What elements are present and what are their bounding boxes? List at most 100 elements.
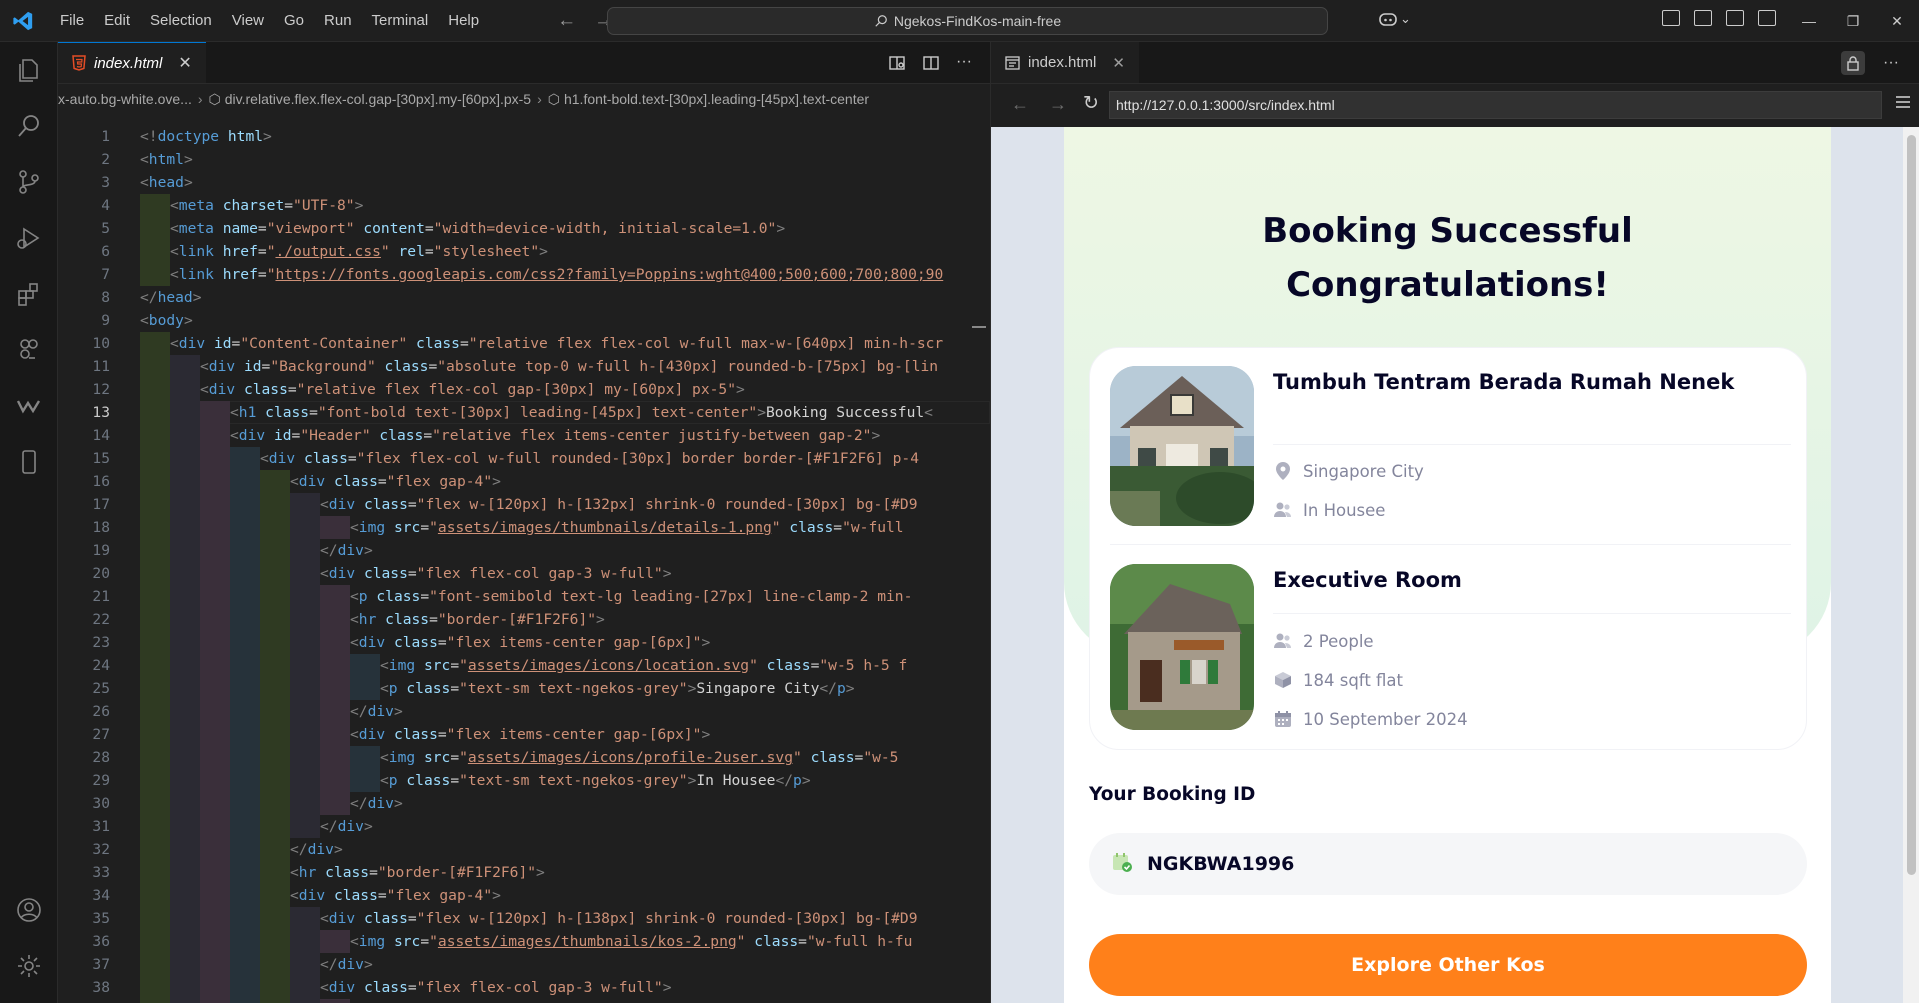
code-line[interactable]: 22 <hr class="border-[#F1F2F6]"> [58,608,990,631]
breadcrumb-item[interactable]: x-auto.bg-white.ove... [58,91,192,107]
code-line[interactable]: 27 <div class="flex items-center gap-[6px… [58,723,990,746]
breadcrumb-item[interactable]: div.relative.flex.flex-col.gap-[30px].my… [225,91,531,107]
code-token: src [385,519,421,536]
menu-terminal[interactable]: Terminal [362,0,439,42]
code-line[interactable]: 18 <img src="assets/images/thumbnails/det… [58,516,990,539]
code-line[interactable]: 25 <p class="text-sm text-ngekos-grey">Si… [58,677,990,700]
code-line[interactable]: 17 <div class="flex w-[120px] h-[132px] s… [58,493,990,516]
indent-guide [200,976,230,999]
code-token: p [388,680,398,697]
code-line[interactable]: 21 <p class="font-semibold text-lg leadin… [58,585,990,608]
settings-gear-icon[interactable] [13,950,45,982]
code-line[interactable]: 13 <h1 class="font-bold text-[30px] leadi… [58,401,990,424]
code-text: <html> [140,148,193,171]
minimize-icon[interactable]: — [1787,0,1831,42]
code-line[interactable]: 20 <div class="flex flex-col gap-3 w-full… [58,562,990,585]
browser-back-icon[interactable]: ← [1011,94,1029,115]
breadcrumb-item[interactable]: h1.font-bold.text-[30px].leading-[45px].… [564,91,869,107]
url-input[interactable]: http://127.0.0.1:3000/src/index.html [1109,91,1882,119]
code-line[interactable]: 24 <img src="assets/images/icons/location… [58,654,990,677]
menu-selection[interactable]: Selection [140,0,222,42]
code-line[interactable]: 6 <link href="./output.css" rel="styleshe… [58,240,990,263]
source-control-icon[interactable] [13,166,45,198]
menu-run[interactable]: Run [314,0,362,42]
code-line[interactable]: 15 <div class="flex flex-col w-full round… [58,447,990,470]
reload-icon[interactable]: ↻ [1083,92,1099,115]
code-token: < [924,404,933,421]
code-line[interactable]: 11 <div id="Background" class="absolute t… [58,355,990,378]
browser-forward-icon[interactable]: → [1049,94,1067,115]
code-token: = [428,358,438,375]
device-preview-icon[interactable] [13,446,45,478]
tab-index-html[interactable]: index.html ✕ [58,42,206,83]
run-debug-icon[interactable] [13,222,45,254]
code-line[interactable]: 2 <html> [58,148,990,171]
toggle-primary-sidebar-icon[interactable] [1694,10,1712,26]
code-line[interactable]: 14 <div id="Header" class="relative flex … [58,424,990,447]
more-actions-icon[interactable]: ··· [1883,54,1899,72]
code-line[interactable]: 9 <body> [58,309,990,332]
code-line[interactable]: 8 </head> [58,286,990,309]
split-editor-icon[interactable] [922,54,940,72]
code-line[interactable]: 4 <meta charset="UTF-8"> [58,194,990,217]
customize-layout-icon[interactable] [1662,10,1680,26]
code-line[interactable]: 36 <img src="assets/images/thumbnails/kos… [58,930,990,953]
close-window-icon[interactable]: ✕ [1875,0,1919,42]
menu-view[interactable]: View [222,0,274,42]
code-line[interactable]: 3 <head> [58,171,990,194]
scrollbar-thumb[interactable] [1907,135,1916,875]
toggle-panel-icon[interactable] [1726,10,1744,26]
command-center[interactable]: Ngekos-FindKos-main-free [607,7,1328,35]
code-line[interactable]: 28 <img src="assets/images/icons/profile-… [58,746,990,769]
menu-file[interactable]: File [50,0,94,42]
code-line[interactable]: 37 </div> [58,953,990,976]
code-token: "flex gap-4" [386,473,493,490]
code-text: <div class="flex flex-col gap-3 w-full"> [320,562,671,585]
code-line[interactable]: 30 </div> [58,792,990,815]
code-line[interactable]: 32 </div> [58,838,990,861]
code-line[interactable]: 29 <p class="text-sm text-ngekos-grey">In… [58,769,990,792]
indent-guide [290,585,320,608]
code-line[interactable]: 10 <div id="Content-Container" class="rel… [58,332,990,355]
explore-other-kos-button[interactable]: Explore Other Kos [1089,934,1807,996]
tab-preview-index-html[interactable]: index.html ✕ [991,42,1139,83]
menu-icon[interactable] [1895,95,1911,114]
viewport-scrollbar[interactable] [1903,127,1919,1003]
w-extension-icon[interactable] [13,390,45,422]
code-area[interactable]: 1 <!doctype html> 2 <html> 3 <head> 4 <meta cha… [58,114,990,1003]
menu-help[interactable]: Help [438,0,489,42]
code-line[interactable]: 16 <div class="flex gap-4"> [58,470,990,493]
remote-explorer-icon[interactable] [13,334,45,366]
code-line[interactable]: 19 </div> [58,539,990,562]
code-line[interactable]: 33 <hr class="border-[#F1F2F6]"> [58,861,990,884]
open-preview-icon[interactable] [888,54,906,72]
code-text: <meta charset="UTF-8"> [170,194,363,217]
code-line[interactable]: 38 <div class="flex flex-col gap-3 w-full… [58,976,990,999]
restore-icon[interactable]: ❐ [1831,0,1875,42]
code-line[interactable]: 35 <div class="flex w-[120px] h-[138px] s… [58,907,990,930]
toggle-secondary-sidebar-icon[interactable] [1758,10,1776,26]
lock-icon[interactable] [1841,51,1866,75]
code-line[interactable]: 23 <div class="flex items-center gap-[6px… [58,631,990,654]
code-line[interactable]: 7 <link href="https://fonts.googleapis.co… [58,263,990,286]
code-line[interactable]: 1 <!doctype html> [58,125,990,148]
code-line[interactable]: 12 <div class="relative flex flex-col gap… [58,378,990,401]
back-arrow-icon[interactable]: ← [557,10,576,32]
code-line[interactable]: 34 <div class="flex gap-4"> [58,884,990,907]
explorer-icon[interactable] [13,54,45,86]
search-icon[interactable] [13,110,45,142]
code-line[interactable]: 31 </div> [58,815,990,838]
close-tab-icon[interactable]: ✕ [1112,54,1125,72]
copilot-button[interactable]: ⌄ [1378,10,1411,28]
more-actions-icon[interactable]: ··· [956,54,972,72]
indent-guide [140,861,170,884]
code-line[interactable]: 5 <meta name="viewport" content="width=de… [58,217,990,240]
menu-edit[interactable]: Edit [94,0,140,42]
close-tab-icon[interactable]: ✕ [178,53,191,73]
code-line[interactable]: 39 <p class="font-semibold text-lg leadin… [58,999,990,1003]
code-text: <!doctype html> [140,125,272,148]
menu-go[interactable]: Go [274,0,314,42]
code-line[interactable]: 26 </div> [58,700,990,723]
extensions-icon[interactable] [13,278,45,310]
accounts-icon[interactable] [13,894,45,926]
